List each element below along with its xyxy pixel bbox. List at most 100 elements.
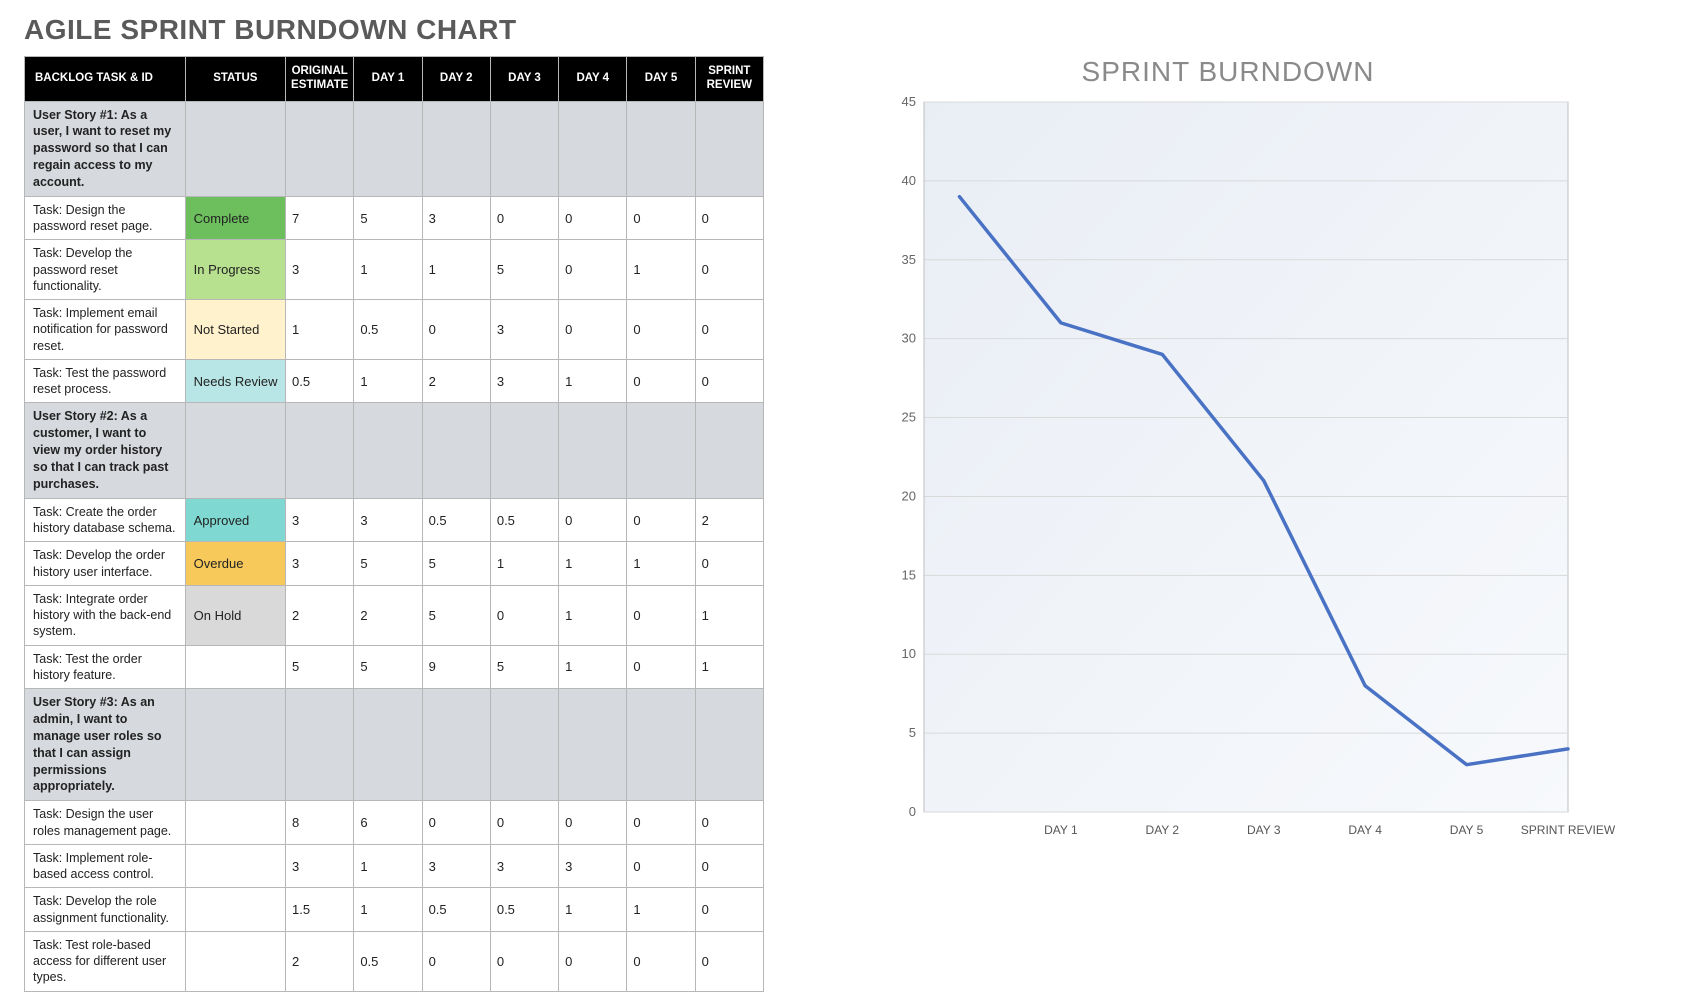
value-cell[interactable]: 0	[627, 300, 695, 360]
value-cell[interactable]: 0	[490, 801, 558, 845]
value-cell[interactable]: 3	[490, 844, 558, 888]
value-cell[interactable]: 0	[695, 931, 763, 991]
value-cell[interactable]: 2	[286, 931, 354, 991]
value-cell[interactable]: 3	[559, 844, 627, 888]
value-cell[interactable]: 2	[695, 498, 763, 542]
value-cell[interactable]: 1	[559, 542, 627, 586]
value-cell[interactable]: 0.5	[354, 931, 422, 991]
value-cell[interactable]: 0.5	[354, 300, 422, 360]
empty-cell	[695, 101, 763, 196]
status-cell[interactable]: Needs Review	[185, 359, 285, 403]
value-cell[interactable]: 3	[422, 196, 490, 240]
value-cell[interactable]: 3	[490, 359, 558, 403]
value-cell[interactable]: 1.5	[286, 888, 354, 932]
value-cell[interactable]: 0.5	[490, 498, 558, 542]
value-cell[interactable]: 0.5	[422, 888, 490, 932]
value-cell[interactable]: 5	[286, 645, 354, 689]
value-cell[interactable]: 0	[559, 196, 627, 240]
value-cell[interactable]: 0	[490, 585, 558, 645]
value-cell[interactable]: 2	[422, 359, 490, 403]
value-cell[interactable]: 0	[559, 300, 627, 360]
value-cell[interactable]: 0	[559, 498, 627, 542]
value-cell[interactable]: 7	[286, 196, 354, 240]
value-cell[interactable]: 0	[695, 359, 763, 403]
story-text: User Story #3: As an admin, I want to ma…	[25, 689, 186, 801]
value-cell[interactable]: 0	[559, 240, 627, 300]
value-cell[interactable]: 1	[490, 542, 558, 586]
value-cell[interactable]: 1	[627, 888, 695, 932]
value-cell[interactable]: 0	[627, 585, 695, 645]
value-cell[interactable]: 0	[422, 801, 490, 845]
value-cell[interactable]: 1	[354, 844, 422, 888]
value-cell[interactable]: 5	[490, 645, 558, 689]
status-cell[interactable]: Approved	[185, 498, 285, 542]
status-cell[interactable]: In Progress	[185, 240, 285, 300]
value-cell[interactable]: 0	[422, 300, 490, 360]
value-cell[interactable]: 9	[422, 645, 490, 689]
value-cell[interactable]: 1	[559, 359, 627, 403]
value-cell[interactable]: 0	[695, 888, 763, 932]
value-cell[interactable]: 0	[422, 931, 490, 991]
value-cell[interactable]: 1	[627, 240, 695, 300]
value-cell[interactable]: 0.5	[286, 359, 354, 403]
value-cell[interactable]: 0	[695, 844, 763, 888]
value-cell[interactable]: 1	[559, 645, 627, 689]
status-cell[interactable]	[185, 888, 285, 932]
value-cell[interactable]: 0	[490, 196, 558, 240]
value-cell[interactable]: 0	[627, 359, 695, 403]
status-cell[interactable]	[185, 645, 285, 689]
value-cell[interactable]: 5	[354, 645, 422, 689]
value-cell[interactable]: 0	[695, 300, 763, 360]
burndown-chart-panel: SPRINT BURNDOWN 051015202530354045DAY 1D…	[776, 56, 1680, 852]
status-cell[interactable]: Not Started	[185, 300, 285, 360]
value-cell[interactable]: 0	[695, 240, 763, 300]
value-cell[interactable]: 1	[422, 240, 490, 300]
col-header-review: SPRINT REVIEW	[695, 57, 763, 102]
status-cell[interactable]	[185, 801, 285, 845]
value-cell[interactable]: 0	[695, 196, 763, 240]
value-cell[interactable]: 8	[286, 801, 354, 845]
value-cell[interactable]: 5	[490, 240, 558, 300]
value-cell[interactable]: 0	[627, 645, 695, 689]
value-cell[interactable]: 0	[627, 498, 695, 542]
value-cell[interactable]: 1	[559, 888, 627, 932]
value-cell[interactable]: 1	[627, 542, 695, 586]
value-cell[interactable]: 1	[286, 300, 354, 360]
value-cell[interactable]: 0	[695, 542, 763, 586]
value-cell[interactable]: 1	[354, 240, 422, 300]
value-cell[interactable]: 3	[286, 844, 354, 888]
value-cell[interactable]: 3	[286, 240, 354, 300]
status-cell[interactable]	[185, 844, 285, 888]
value-cell[interactable]: 5	[354, 542, 422, 586]
value-cell[interactable]: 0.5	[490, 888, 558, 932]
value-cell[interactable]: 3	[490, 300, 558, 360]
value-cell[interactable]: 1	[354, 888, 422, 932]
value-cell[interactable]: 1	[695, 585, 763, 645]
status-cell[interactable]: Overdue	[185, 542, 285, 586]
value-cell[interactable]: 3	[422, 844, 490, 888]
value-cell[interactable]: 0	[627, 196, 695, 240]
value-cell[interactable]: 3	[354, 498, 422, 542]
value-cell[interactable]: 5	[354, 196, 422, 240]
value-cell[interactable]: 0	[627, 931, 695, 991]
value-cell[interactable]: 3	[286, 542, 354, 586]
value-cell[interactable]: 0	[559, 931, 627, 991]
status-cell[interactable]: Complete	[185, 196, 285, 240]
value-cell[interactable]: 3	[286, 498, 354, 542]
status-cell[interactable]: On Hold	[185, 585, 285, 645]
value-cell[interactable]: 6	[354, 801, 422, 845]
value-cell[interactable]: 1	[354, 359, 422, 403]
value-cell[interactable]: 1	[695, 645, 763, 689]
value-cell[interactable]: 2	[286, 585, 354, 645]
value-cell[interactable]: 0	[559, 801, 627, 845]
value-cell[interactable]: 1	[559, 585, 627, 645]
value-cell[interactable]: 5	[422, 585, 490, 645]
status-cell[interactable]	[185, 931, 285, 991]
value-cell[interactable]: 0	[627, 844, 695, 888]
value-cell[interactable]: 5	[422, 542, 490, 586]
value-cell[interactable]: 0.5	[422, 498, 490, 542]
value-cell[interactable]: 0	[627, 801, 695, 845]
value-cell[interactable]: 0	[695, 801, 763, 845]
value-cell[interactable]: 0	[490, 931, 558, 991]
value-cell[interactable]: 2	[354, 585, 422, 645]
